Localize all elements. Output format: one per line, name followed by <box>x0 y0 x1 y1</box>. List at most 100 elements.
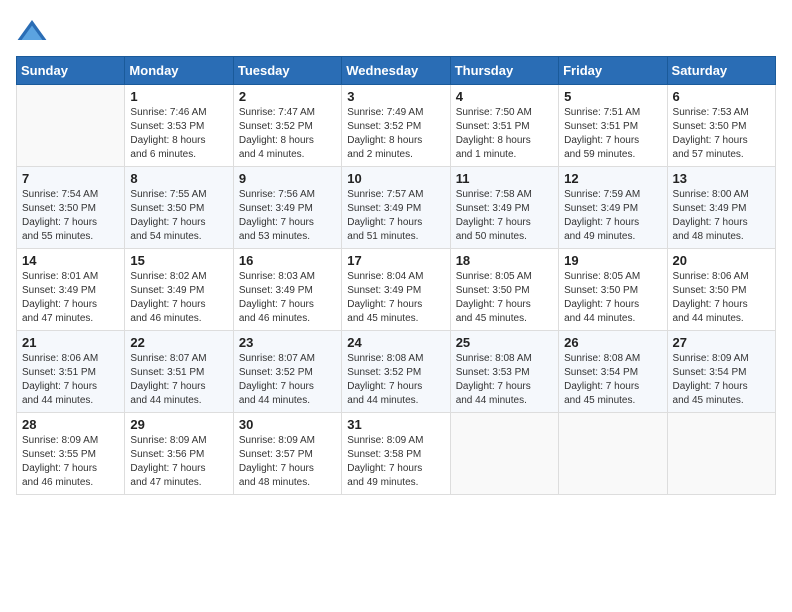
table-row <box>450 413 558 495</box>
page-header <box>16 16 776 48</box>
table-row: 20 Sunrise: 8:06 AMSunset: 3:50 PMDayligh… <box>667 249 775 331</box>
day-number: 21 <box>22 335 119 350</box>
day-number: 16 <box>239 253 336 268</box>
table-row: 5 Sunrise: 7:51 AMSunset: 3:51 PMDaylight… <box>559 85 667 167</box>
table-row: 14 Sunrise: 8:01 AMSunset: 3:49 PMDayligh… <box>17 249 125 331</box>
table-row: 8 Sunrise: 7:55 AMSunset: 3:50 PMDaylight… <box>125 167 233 249</box>
day-number: 9 <box>239 171 336 186</box>
day-number: 19 <box>564 253 661 268</box>
day-number: 13 <box>673 171 770 186</box>
day-number: 24 <box>347 335 444 350</box>
table-row: 18 Sunrise: 8:05 AMSunset: 3:50 PMDayligh… <box>450 249 558 331</box>
table-row: 2Sunrise: 7:47 AMSunset: 3:52 PMDaylight… <box>233 85 341 167</box>
day-info: Sunrise: 7:56 AMSunset: 3:49 PMDaylight:… <box>239 188 336 244</box>
day-info: Sunrise: 7:57 AMSunset: 3:49 PMDaylight:… <box>347 188 444 244</box>
table-row: 12 Sunrise: 7:59 AMSunset: 3:49 PMDayligh… <box>559 167 667 249</box>
table-row: 26Sunrise: 8:08 AMSunset: 3:54 PMDayligh… <box>559 331 667 413</box>
day-info: Sunrise: 8:00 AMSunset: 3:49 PMDaylight:… <box>673 188 770 244</box>
calendar-week-4: 21 Sunrise: 8:06 AMSunset: 3:51 PMDayligh… <box>17 331 776 413</box>
table-row: 25 Sunrise: 8:08 AMSunset: 3:53 PMDayligh… <box>450 331 558 413</box>
day-number: 11 <box>456 171 553 186</box>
table-row: 3 Sunrise: 7:49 AMSunset: 3:52 PMDaylight… <box>342 85 450 167</box>
day-info: Sunrise: 8:09 AMSunset: 3:55 PMDaylight:… <box>22 434 119 490</box>
table-row <box>559 413 667 495</box>
day-number: 10 <box>347 171 444 186</box>
day-info: Sunrise: 8:08 AMSunset: 3:52 PMDaylight:… <box>347 352 444 408</box>
day-number: 31 <box>347 417 444 432</box>
day-info: Sunrise: 8:01 AMSunset: 3:49 PMDaylight:… <box>22 270 119 326</box>
day-info: Sunrise: 8:07 AMSunset: 3:52 PMDaylight:… <box>239 352 336 408</box>
col-saturday: Saturday <box>667 57 775 85</box>
col-tuesday: Tuesday <box>233 57 341 85</box>
col-wednesday: Wednesday <box>342 57 450 85</box>
day-info: Sunrise: 7:46 AMSunset: 3:53 PMDaylight:… <box>130 106 227 162</box>
day-info: Sunrise: 7:50 AMSunset: 3:51 PMDaylight:… <box>456 106 553 162</box>
table-row: 11 Sunrise: 7:58 AMSunset: 3:49 PMDayligh… <box>450 167 558 249</box>
table-row: 21 Sunrise: 8:06 AMSunset: 3:51 PMDayligh… <box>17 331 125 413</box>
table-row: 13 Sunrise: 8:00 AMSunset: 3:49 PMDayligh… <box>667 167 775 249</box>
table-row: 16 Sunrise: 8:03 AMSunset: 3:49 PMDayligh… <box>233 249 341 331</box>
table-row: 4 Sunrise: 7:50 AMSunset: 3:51 PMDaylight… <box>450 85 558 167</box>
day-info: Sunrise: 8:02 AMSunset: 3:49 PMDaylight:… <box>130 270 227 326</box>
table-row: 7 Sunrise: 7:54 AMSunset: 3:50 PMDaylight… <box>17 167 125 249</box>
calendar-week-1: 1 Sunrise: 7:46 AMSunset: 3:53 PMDaylight… <box>17 85 776 167</box>
table-row: 31Sunrise: 8:09 AMSunset: 3:58 PMDayligh… <box>342 413 450 495</box>
day-info: Sunrise: 8:07 AMSunset: 3:51 PMDaylight:… <box>130 352 227 408</box>
day-number: 4 <box>456 89 553 104</box>
day-number: 15 <box>130 253 227 268</box>
logo-icon <box>16 16 48 48</box>
calendar-header-row: Sunday Monday Tuesday Wednesday Thursday… <box>17 57 776 85</box>
day-number: 12 <box>564 171 661 186</box>
table-row: 6Sunrise: 7:53 AMSunset: 3:50 PMDaylight… <box>667 85 775 167</box>
col-monday: Monday <box>125 57 233 85</box>
calendar-week-3: 14 Sunrise: 8:01 AMSunset: 3:49 PMDayligh… <box>17 249 776 331</box>
table-row: 1 Sunrise: 7:46 AMSunset: 3:53 PMDaylight… <box>125 85 233 167</box>
day-number: 25 <box>456 335 553 350</box>
logo <box>16 16 52 48</box>
table-row: 17 Sunrise: 8:04 AMSunset: 3:49 PMDayligh… <box>342 249 450 331</box>
day-number: 3 <box>347 89 444 104</box>
day-info: Sunrise: 7:59 AMSunset: 3:49 PMDaylight:… <box>564 188 661 244</box>
day-info: Sunrise: 8:04 AMSunset: 3:49 PMDaylight:… <box>347 270 444 326</box>
table-row <box>17 85 125 167</box>
day-number: 18 <box>456 253 553 268</box>
day-info: Sunrise: 8:09 AMSunset: 3:57 PMDaylight:… <box>239 434 336 490</box>
day-info: Sunrise: 7:51 AMSunset: 3:51 PMDaylight:… <box>564 106 661 162</box>
day-info: Sunrise: 8:05 AMSunset: 3:50 PMDaylight:… <box>456 270 553 326</box>
day-number: 8 <box>130 171 227 186</box>
day-info: Sunrise: 7:54 AMSunset: 3:50 PMDaylight:… <box>22 188 119 244</box>
day-info: Sunrise: 8:09 AMSunset: 3:54 PMDaylight:… <box>673 352 770 408</box>
col-thursday: Thursday <box>450 57 558 85</box>
day-number: 7 <box>22 171 119 186</box>
day-number: 27 <box>673 335 770 350</box>
day-number: 20 <box>673 253 770 268</box>
day-info: Sunrise: 7:58 AMSunset: 3:49 PMDaylight:… <box>456 188 553 244</box>
day-number: 23 <box>239 335 336 350</box>
day-number: 6 <box>673 89 770 104</box>
day-info: Sunrise: 8:09 AMSunset: 3:56 PMDaylight:… <box>130 434 227 490</box>
table-row: 9 Sunrise: 7:56 AMSunset: 3:49 PMDaylight… <box>233 167 341 249</box>
day-info: Sunrise: 8:08 AMSunset: 3:54 PMDaylight:… <box>564 352 661 408</box>
day-number: 14 <box>22 253 119 268</box>
day-number: 5 <box>564 89 661 104</box>
day-info: Sunrise: 7:47 AMSunset: 3:52 PMDaylight:… <box>239 106 336 162</box>
table-row: 30Sunrise: 8:09 AMSunset: 3:57 PMDayligh… <box>233 413 341 495</box>
day-number: 17 <box>347 253 444 268</box>
day-info: Sunrise: 8:03 AMSunset: 3:49 PMDaylight:… <box>239 270 336 326</box>
day-number: 1 <box>130 89 227 104</box>
day-info: Sunrise: 7:49 AMSunset: 3:52 PMDaylight:… <box>347 106 444 162</box>
calendar-week-5: 28 Sunrise: 8:09 AMSunset: 3:55 PMDayligh… <box>17 413 776 495</box>
table-row: 10 Sunrise: 7:57 AMSunset: 3:49 PMDayligh… <box>342 167 450 249</box>
day-number: 28 <box>22 417 119 432</box>
table-row: 19 Sunrise: 8:05 AMSunset: 3:50 PMDayligh… <box>559 249 667 331</box>
calendar-table: Sunday Monday Tuesday Wednesday Thursday… <box>16 56 776 495</box>
day-info: Sunrise: 8:08 AMSunset: 3:53 PMDaylight:… <box>456 352 553 408</box>
day-info: Sunrise: 8:06 AMSunset: 3:50 PMDaylight:… <box>673 270 770 326</box>
day-info: Sunrise: 8:05 AMSunset: 3:50 PMDaylight:… <box>564 270 661 326</box>
table-row: 23 Sunrise: 8:07 AMSunset: 3:52 PMDayligh… <box>233 331 341 413</box>
table-row: 28 Sunrise: 8:09 AMSunset: 3:55 PMDayligh… <box>17 413 125 495</box>
table-row: 27 Sunrise: 8:09 AMSunset: 3:54 PMDayligh… <box>667 331 775 413</box>
day-info: Sunrise: 8:06 AMSunset: 3:51 PMDaylight:… <box>22 352 119 408</box>
col-friday: Friday <box>559 57 667 85</box>
day-info: Sunrise: 7:55 AMSunset: 3:50 PMDaylight:… <box>130 188 227 244</box>
